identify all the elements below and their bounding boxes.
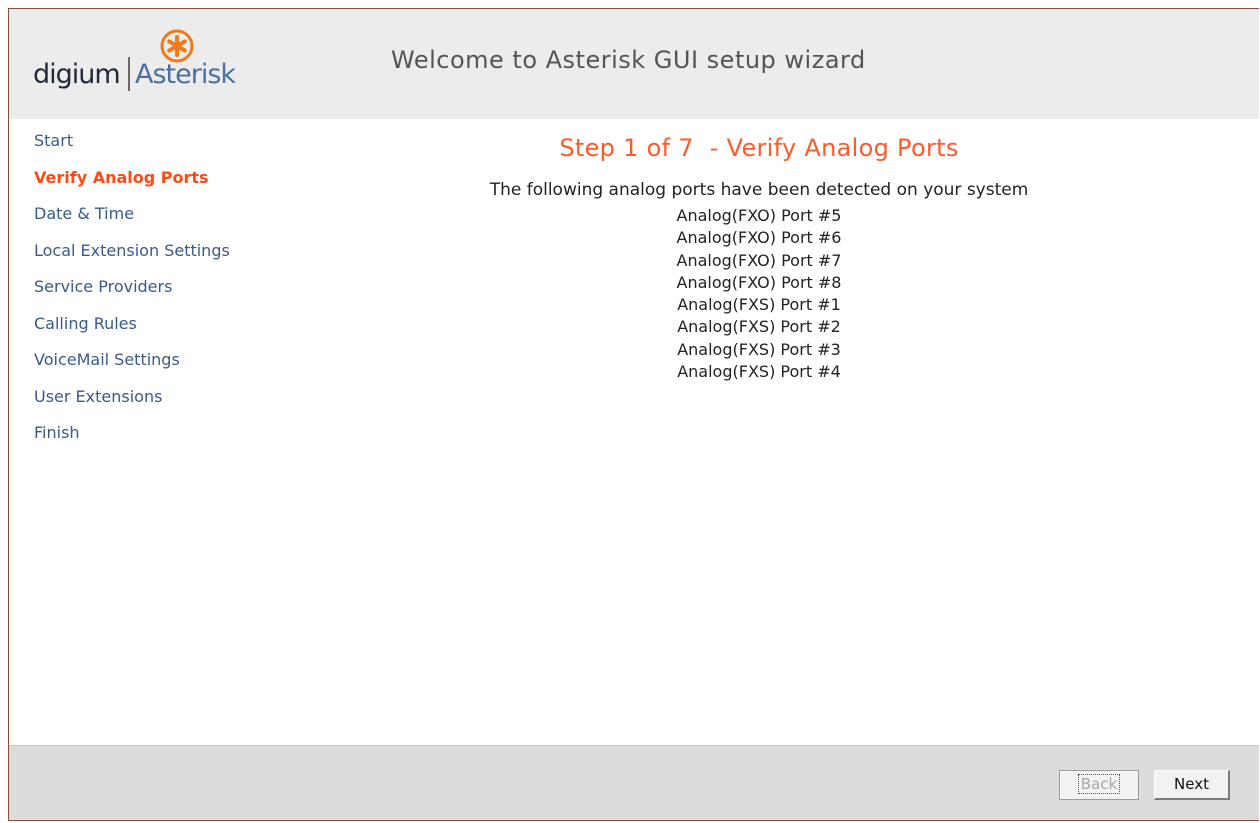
port-list-item: Analog(FXO) Port #5 — [676, 206, 842, 225]
wizard-window: digium Asterisk Welcome to Asterisk GUI … — [8, 8, 1259, 821]
port-list-item: Analog(FXS) Port #1 — [677, 295, 841, 315]
nav-item-date-time[interactable]: Date & Time — [34, 204, 354, 241]
next-button[interactable]: Next — [1154, 770, 1230, 800]
intro-text: The following analog ports have been det… — [489, 180, 1029, 200]
nav-item-local-extension-settings[interactable]: Local Extension Settings — [34, 241, 354, 278]
nav-item-start[interactable]: Start — [34, 131, 354, 168]
logo-digium-text: digium — [33, 59, 121, 90]
nav-item-calling-rules[interactable]: Calling Rules — [34, 314, 354, 351]
header: digium Asterisk Welcome to Asterisk GUI … — [9, 9, 1259, 119]
back-button[interactable]: Back — [1059, 770, 1139, 800]
step-title: Step 1 of 7 - Verify Analog Ports — [559, 134, 959, 162]
nav-item-verify-analog-ports[interactable]: Verify Analog Ports — [34, 168, 354, 205]
header-title: Welcome to Asterisk GUI setup wizard — [391, 46, 866, 74]
port-list-item: Analog(FXS) Port #2 — [677, 317, 841, 337]
port-list: Analog(FXO) Port #5 Analog(FXO) Port #6 … — [409, 205, 1109, 383]
footer-bar: Back Next — [9, 745, 1259, 820]
digium-asterisk-logo: digium Asterisk — [33, 27, 258, 99]
logo-separator — [128, 57, 130, 91]
nav-item-user-extensions[interactable]: User Extensions — [34, 387, 354, 424]
back-button-label: Back — [1077, 774, 1121, 794]
nav-item-finish[interactable]: Finish — [34, 423, 354, 460]
port-list-item: Analog(FXO) Port #7 — [676, 250, 842, 270]
port-list-item: Analog(FXO) Port #8 — [676, 272, 842, 292]
nav-item-voicemail-settings[interactable]: VoiceMail Settings — [34, 350, 354, 387]
logo-asterisk-text: Asterisk — [135, 59, 236, 90]
port-list-item: Analog(FXO) Port #6 — [676, 228, 842, 248]
main-content: Step 1 of 7 - Verify Analog Ports The fo… — [409, 133, 1109, 383]
port-list-item: Analog(FXS) Port #4 — [677, 362, 841, 382]
port-list-item: Analog(FXS) Port #3 — [677, 339, 841, 359]
wizard-steps-nav: Start Verify Analog Ports Date & Time Lo… — [34, 131, 354, 460]
nav-item-service-providers[interactable]: Service Providers — [34, 277, 354, 314]
